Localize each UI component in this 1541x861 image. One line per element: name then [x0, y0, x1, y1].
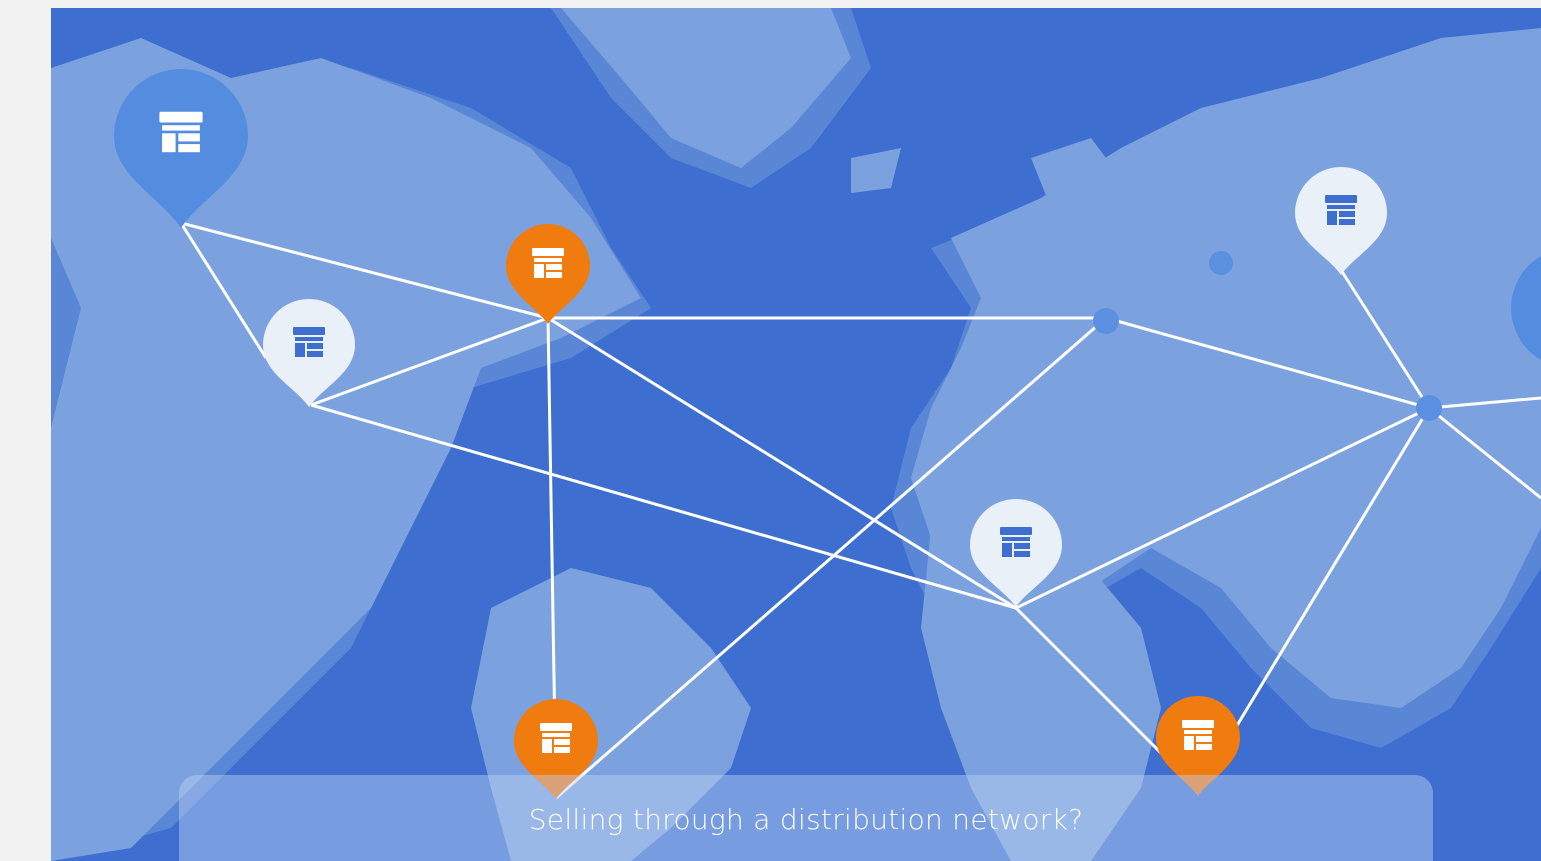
- hero-caption: Selling through a distribution network?: [528, 803, 1084, 836]
- left-margin: [0, 0, 51, 861]
- top-margin: [0, 0, 1541, 8]
- distribution-map-hero: Selling through a distribution network?: [51, 8, 1541, 861]
- hub-dot: [1209, 251, 1233, 275]
- caption-banner: Selling through a distribution network?: [179, 775, 1433, 861]
- hub-dot: [1416, 395, 1442, 421]
- world-map-illustration: [51, 8, 1541, 861]
- hub-dot: [1093, 308, 1119, 334]
